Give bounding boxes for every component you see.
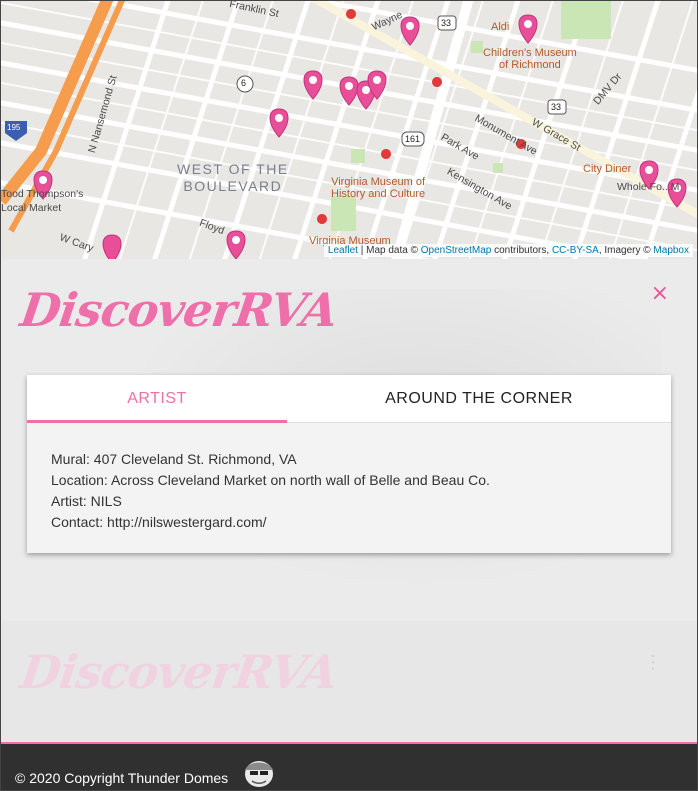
- map-label-thompson: Tood Thompson's Local Market: [1, 188, 84, 214]
- route-33-icon: 33: [441, 18, 452, 28]
- mural-location: Location: Across Cleveland Market on nor…: [51, 472, 490, 488]
- attribution-text: contributors,: [491, 245, 552, 256]
- info-card: ARTIST AROUND THE CORNER Mural: 407 Clev…: [27, 375, 671, 553]
- tab-around-the-corner[interactable]: AROUND THE CORNER: [287, 375, 671, 422]
- tab-artist[interactable]: ARTIST: [27, 375, 287, 422]
- mural-address: Mural: 407 Cleveland St. Richmond, VA: [51, 451, 297, 467]
- close-icon[interactable]: ×: [651, 281, 669, 306]
- map-label-childrens-museum: Children's Museum of Richmond: [483, 47, 577, 71]
- map-label-city-diner: City Diner: [583, 163, 632, 175]
- menu-icon[interactable]: ⋮: [644, 653, 662, 671]
- active-tab-indicator: [27, 420, 287, 423]
- thunder-domes-avatar-icon: [245, 761, 273, 787]
- mural-detail-panel: DiscoverRVA × ARTIST AROUND THE CORNER M…: [1, 259, 697, 621]
- brand-logo-faded: DiscoverRVA: [17, 645, 341, 699]
- artist-info: Mural: 407 Cleveland St. Richmond, VA Lo…: [27, 423, 671, 533]
- leaflet-link[interactable]: Leaflet: [328, 245, 358, 256]
- attribution-text: | Map data ©: [357, 245, 421, 256]
- map[interactable]: Franklin St Wayne Aldi Children's Museum…: [1, 1, 697, 259]
- app-frame: Franklin St Wayne Aldi Children's Museum…: [0, 0, 698, 791]
- map-canvas[interactable]: [1, 1, 697, 259]
- map-label-vmhc: Virginia Museum of History and Culture: [331, 176, 426, 200]
- footer: © 2020 Copyright Thunder Domes: [1, 744, 697, 790]
- osm-link[interactable]: OpenStreetMap: [421, 245, 492, 256]
- map-label-aldi: Aldi: [491, 21, 510, 33]
- attribution-text: , Imagery ©: [598, 245, 654, 256]
- tab-bar: ARTIST AROUND THE CORNER: [27, 375, 671, 423]
- route-161-icon: 161: [405, 134, 421, 144]
- faded-header: DiscoverRVA ⋮: [1, 621, 697, 743]
- mapbox-link[interactable]: Mapbox: [653, 245, 689, 256]
- interstate-195-icon: 195: [7, 123, 21, 132]
- map-attribution: Leaflet | Map data © OpenStreetMap contr…: [323, 244, 693, 257]
- mural-contact: Contact: http://nilswestergard.com/: [51, 514, 267, 530]
- map-label-district: WEST OF THE BOULEVARD: [177, 161, 289, 194]
- mural-artist: Artist: NILS: [51, 493, 122, 509]
- brand-logo: DiscoverRVA: [17, 283, 341, 337]
- license-link[interactable]: CC-BY-SA: [552, 245, 599, 256]
- route-6-icon: 6: [241, 78, 247, 88]
- copyright-text: © 2020 Copyright Thunder Domes: [15, 770, 229, 786]
- map-label-whole-foods: Whole Fo...M: [617, 181, 680, 193]
- route-33b-icon: 33: [551, 102, 562, 112]
